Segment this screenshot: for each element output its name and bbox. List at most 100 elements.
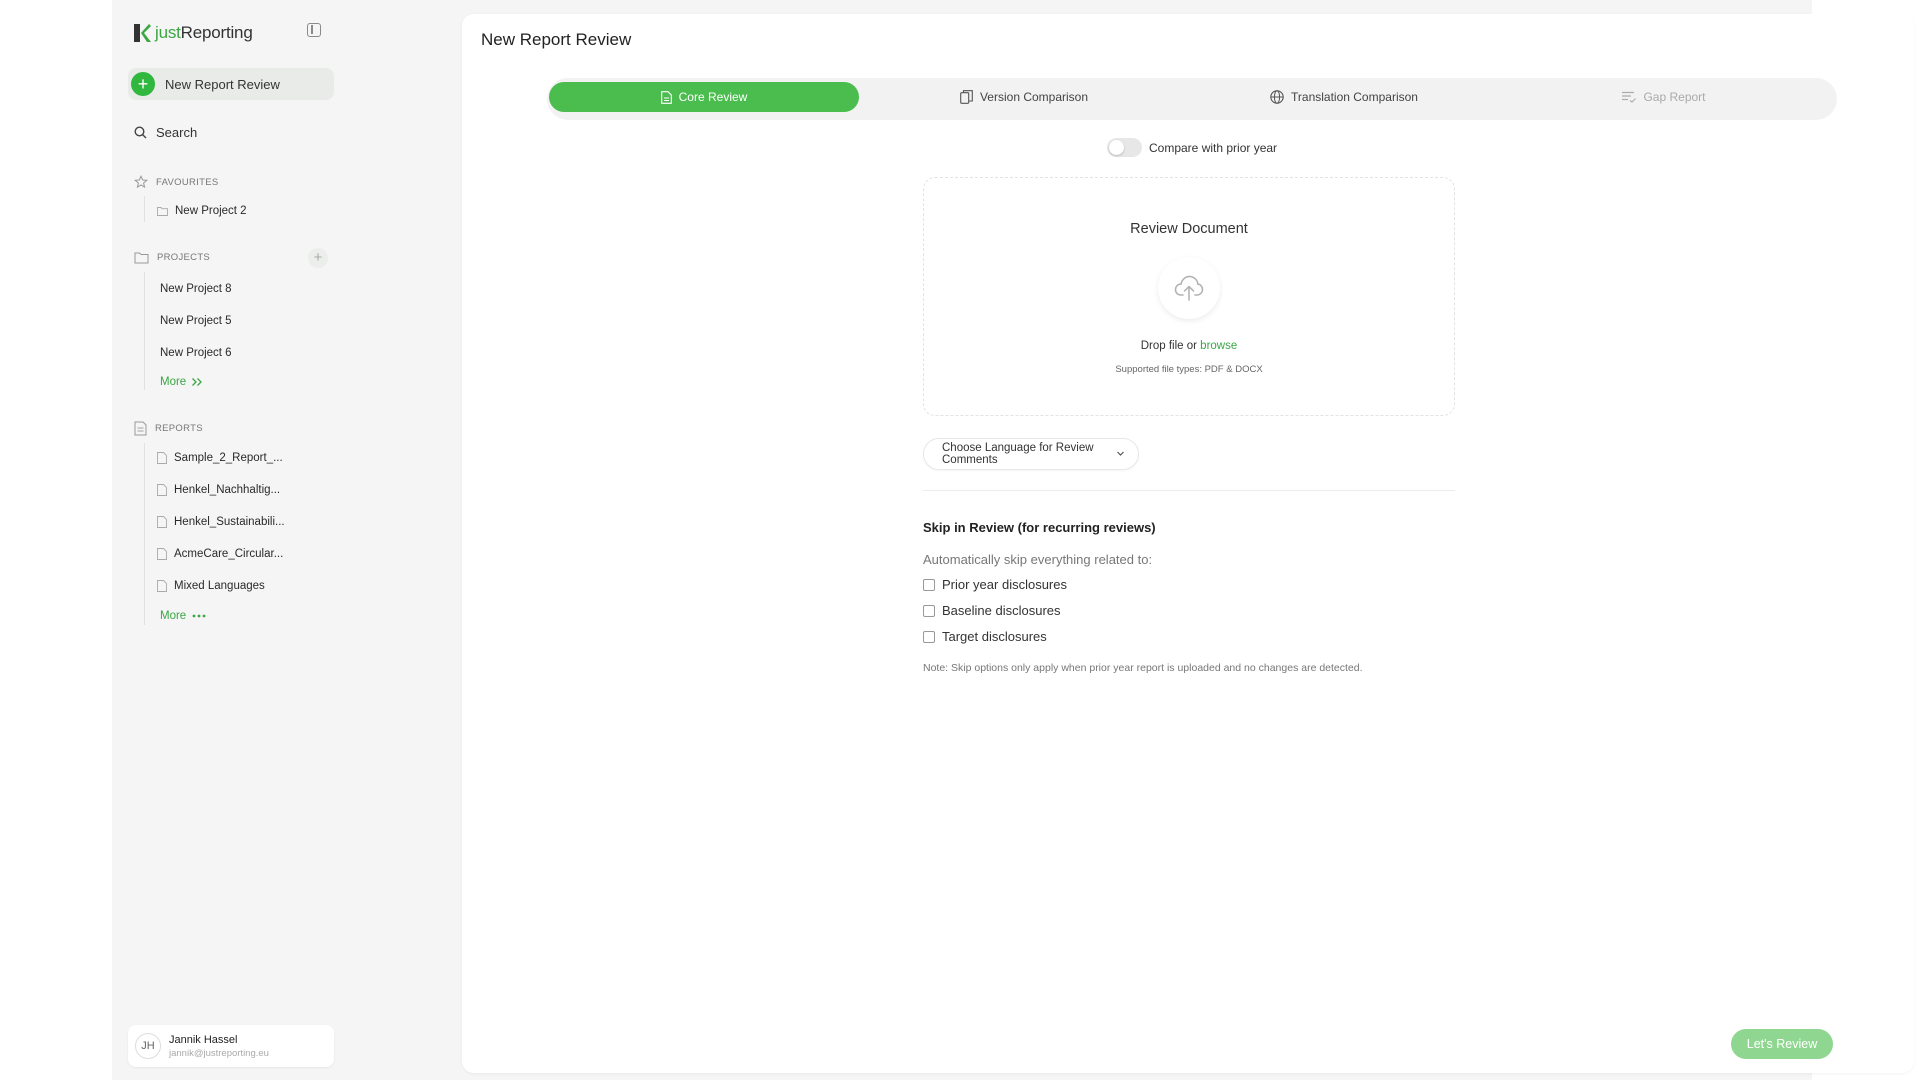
projects-more-button[interactable]: More (160, 376, 203, 388)
tab-version-comparison-label: Version Comparison (979, 90, 1089, 104)
dropzone-title: Review Document (1130, 221, 1248, 237)
tree-line (144, 443, 145, 625)
report-item[interactable]: Mixed Languages (157, 580, 265, 592)
search-icon (134, 125, 147, 138)
tab-translation-comparison-label: Translation Comparison (1291, 90, 1418, 104)
skip-section-title: Skip in Review (for recurring reviews) (923, 520, 1156, 535)
project-item-label: New Project 5 (160, 315, 232, 327)
folder-icon (157, 207, 168, 216)
favourite-item[interactable]: New Project 2 (157, 205, 247, 217)
tab-core-review-label: Core Review (678, 90, 748, 104)
review-document-dropzone[interactable]: Review Document Drop file or browse Supp… (923, 177, 1455, 416)
skip-option-label: Prior year disclosures (942, 577, 1067, 592)
tab-core-review[interactable]: Core Review (549, 82, 859, 112)
reports-more-label: More (160, 610, 187, 622)
report-item-label: Henkel_Sustainabili... (174, 516, 285, 528)
copy-icon (960, 90, 973, 104)
review-type-tabs: Core Review Version Comparison Translati… (547, 78, 1837, 120)
project-item[interactable]: New Project 6 (160, 347, 232, 359)
new-report-review-button[interactable]: + New Report Review (128, 68, 334, 100)
project-item-label: New Project 8 (160, 283, 232, 295)
star-icon (134, 175, 148, 189)
search-button[interactable]: Search (134, 122, 197, 142)
favourites-header: FAVOURITES (134, 175, 218, 189)
search-label: Search (156, 124, 198, 140)
review-language-label: Choose Language for Review Comments (942, 442, 1094, 466)
drop-file-text: Drop file or (1140, 340, 1201, 352)
file-icon (157, 548, 167, 560)
projects-header: PROJECTS (134, 251, 210, 264)
reports-title: REPORTS (155, 423, 203, 434)
skip-option-label: Baseline disclosures (942, 603, 1061, 618)
compare-prior-year-row: Compare with prior year (1107, 138, 1277, 157)
review-language-select[interactable]: Choose Language for Review Comments (923, 438, 1139, 470)
report-item-label: AcmeCare_Circular... (174, 548, 284, 560)
cloud-upload-icon (1158, 257, 1220, 319)
logo-text-prefix: just (155, 23, 181, 42)
logo-text-suffix: Reporting (180, 23, 253, 42)
report-item[interactable]: Sample_2_Report_... (157, 452, 283, 464)
reports-header: REPORTS (134, 421, 203, 436)
skip-option-prior-year[interactable]: Prior year disclosures (923, 577, 1067, 592)
file-icon (157, 484, 167, 496)
new-report-review-label: New Report Review (165, 76, 280, 92)
checkbox[interactable] (923, 604, 935, 617)
skip-section-subtitle: Automatically skip everything related to… (923, 552, 1153, 567)
tab-gap-report[interactable]: Gap Report (1509, 82, 1819, 112)
user-name: Jannik Hassel (169, 1033, 238, 1046)
file-icon (157, 516, 167, 528)
tree-line (144, 272, 145, 390)
report-icon (134, 421, 147, 436)
file-icon (157, 580, 167, 592)
globe-icon (1270, 90, 1284, 104)
chevron-down-icon (1117, 451, 1124, 456)
dropzone-instructions: Drop file or browse (924, 340, 1454, 352)
compare-prior-year-toggle[interactable] (1107, 138, 1142, 157)
avatar: JH (135, 1033, 161, 1059)
report-item[interactable]: Henkel_Nachhaltig... (157, 484, 280, 496)
favourites-title: FAVOURITES (156, 176, 219, 188)
reports-more-button[interactable]: More (160, 610, 206, 622)
skip-option-baseline[interactable]: Baseline disclosures (923, 603, 1061, 618)
compare-prior-year-label: Compare with prior year (1149, 140, 1278, 155)
report-item[interactable]: Henkel_Sustainabili... (157, 516, 285, 528)
user-card[interactable]: JH Jannik Hassel jannik@justreporting.eu (128, 1025, 334, 1067)
supported-file-types: Supported file types: PDF & DOCX (1115, 364, 1263, 375)
ellipsis-icon (192, 614, 206, 618)
checkbox[interactable] (923, 630, 935, 643)
sidebar: justReporting + New Report Review Search… (112, 0, 350, 1080)
project-item[interactable]: New Project 5 (160, 315, 232, 327)
double-chevron-right-icon (192, 378, 203, 386)
logo-mark-icon (134, 24, 151, 42)
section-divider (923, 490, 1455, 491)
projects-title: PROJECTS (157, 252, 211, 263)
projects-more-label: More (160, 376, 187, 388)
folder-icon (134, 252, 149, 264)
lets-review-button[interactable]: Let's Review (1731, 1029, 1833, 1059)
sidebar-collapse-icon[interactable] (307, 23, 321, 37)
logo[interactable]: justReporting (132, 20, 332, 46)
file-icon (157, 452, 167, 464)
report-item-label: Henkel_Nachhaltig... (174, 484, 281, 496)
project-item-label: New Project 6 (160, 347, 232, 359)
report-item-label: Sample_2_Report_... (174, 452, 283, 464)
tab-gap-report-label: Gap Report (1643, 90, 1706, 104)
report-item-label: Mixed Languages (174, 580, 265, 592)
add-project-button[interactable]: + (308, 248, 328, 268)
checkbox[interactable] (923, 578, 935, 591)
lines-icon (1622, 91, 1637, 103)
favourite-item-label: New Project 2 (175, 205, 247, 217)
document-icon (660, 90, 672, 104)
logo-text: justReporting (155, 23, 253, 43)
project-item[interactable]: New Project 8 (160, 283, 232, 295)
user-email: jannik@justreporting.eu (169, 1047, 269, 1059)
browse-link[interactable]: browse (1200, 340, 1237, 352)
plus-icon: + (131, 72, 155, 96)
user-info: Jannik Hassel jannik@justreporting.eu (169, 1034, 269, 1059)
skip-option-target[interactable]: Target disclosures (923, 629, 1047, 644)
report-item[interactable]: AcmeCare_Circular... (157, 548, 283, 560)
tab-version-comparison[interactable]: Version Comparison (869, 82, 1179, 112)
tab-translation-comparison[interactable]: Translation Comparison (1189, 82, 1499, 112)
skip-option-label: Target disclosures (942, 629, 1047, 644)
tree-line (144, 196, 145, 222)
